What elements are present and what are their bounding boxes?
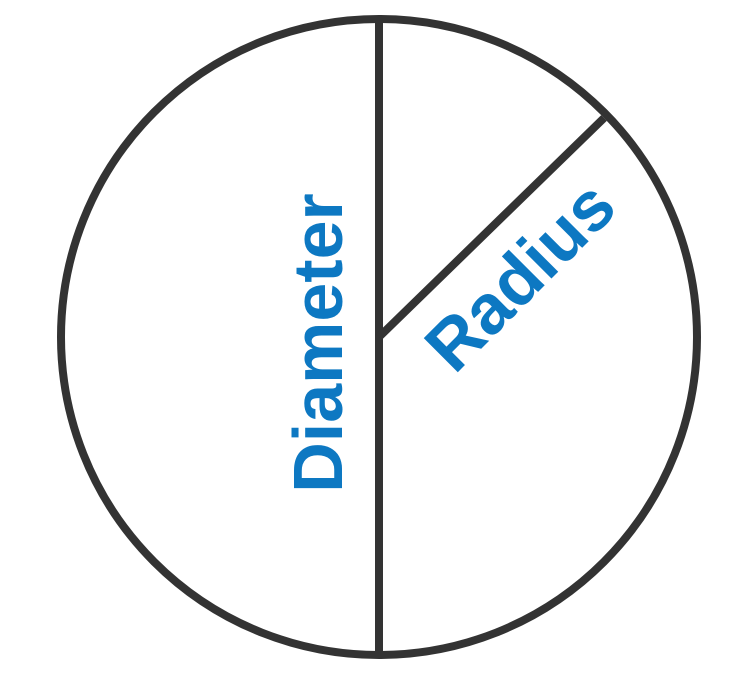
diameter-label: Diameter bbox=[279, 193, 357, 493]
circle-diagram: Diameter Radius bbox=[57, 15, 701, 659]
